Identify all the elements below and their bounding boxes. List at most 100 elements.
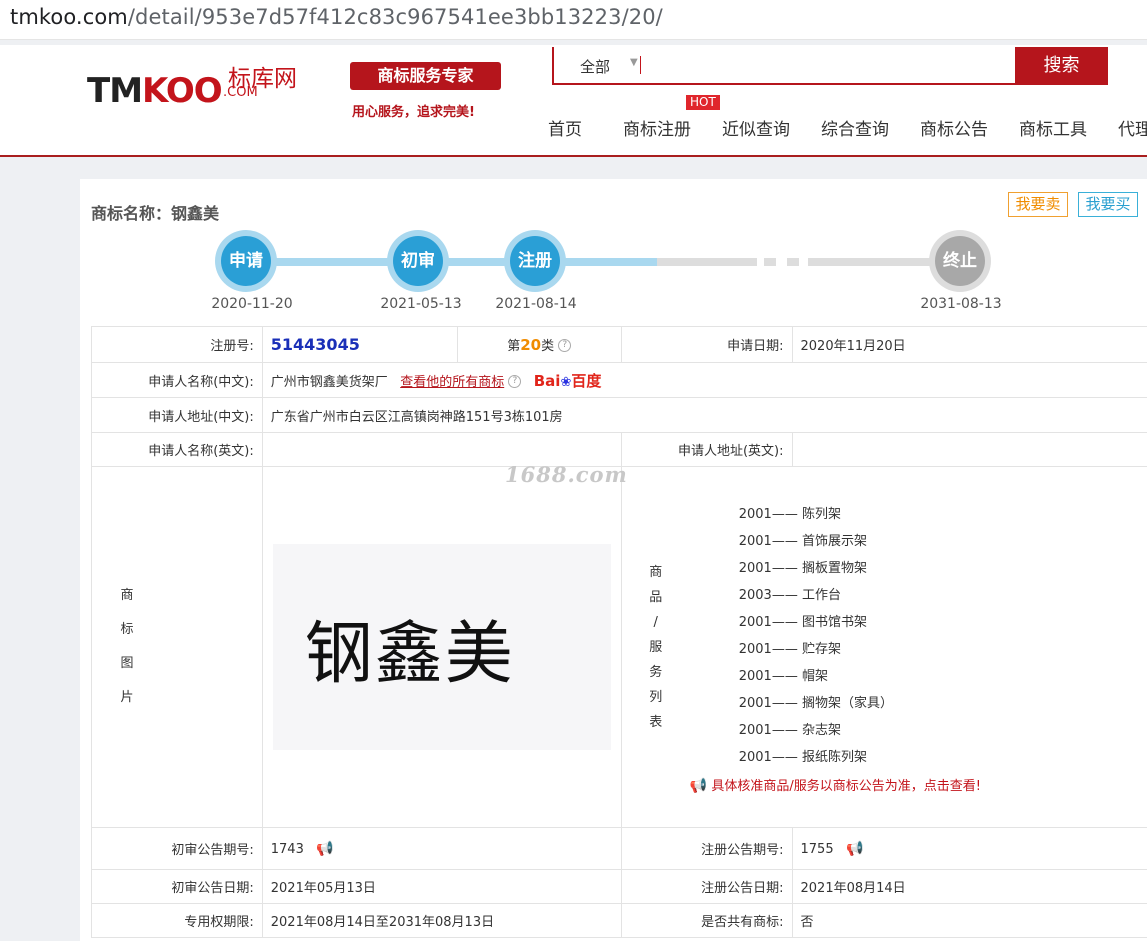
class-number[interactable]: 20 xyxy=(520,336,541,354)
trademark-detail-table: 注册号: 51443045 第20类 ? 申请日期: 2020年11月20日 申… xyxy=(91,326,1147,938)
timeline-remaining xyxy=(657,258,757,266)
list-item: 2001—— 报纸陈列架 xyxy=(738,749,867,765)
list-item: 2003—— 工作台 xyxy=(738,587,841,603)
class-cell: 第20类 ? xyxy=(456,326,622,363)
timeline-node-label: 终止 xyxy=(935,236,985,286)
help-icon[interactable]: ? xyxy=(508,374,522,388)
baidu-du: 百度 xyxy=(571,371,602,390)
applicant-cn-value: 广州市钢鑫美货架厂 xyxy=(270,374,388,390)
reg-pub-no-label: 注册公告期号: xyxy=(620,827,793,870)
chevron-down-icon[interactable]: ▼ xyxy=(630,57,638,68)
list-item: 2001—— 陈列架 xyxy=(738,506,841,522)
timeline-date: 2031-08-13 xyxy=(920,296,1002,312)
sell-button[interactable]: 我要卖 xyxy=(1008,192,1068,217)
label-char: 标 xyxy=(120,622,134,637)
timeline-progress xyxy=(247,258,657,266)
timeline-node-label: 初审 xyxy=(393,236,443,286)
url-text[interactable]: tmkoo.com/detail/953e7d57f412c83c967541e… xyxy=(10,5,663,29)
browser-address-bar[interactable]: tmkoo.com/detail/953e7d57f412c83c967541e… xyxy=(0,0,1147,40)
nav-item-announcements[interactable]: 商标公告 xyxy=(920,115,988,140)
timeline-node-apply: 申请 xyxy=(215,230,277,292)
timeline-dash xyxy=(787,258,799,266)
trademark-image[interactable]: 钢鑫美 xyxy=(272,544,611,750)
image-label-cell: 商 标 图 片 xyxy=(91,466,263,828)
timeline-node-register: 注册 xyxy=(504,230,566,292)
class-prefix: 第 xyxy=(507,339,521,354)
nav-item-combined-search[interactable]: 综合查询 xyxy=(821,115,889,140)
list-item: 2001—— 搁物架（家具） xyxy=(738,695,893,711)
url-domain: tmkoo.com xyxy=(10,5,128,29)
address-cn-label: 申请人地址(中文): xyxy=(91,397,263,433)
address-en-label: 申请人地址(英文): xyxy=(620,432,793,467)
label-char: 片 xyxy=(120,690,134,705)
megaphone-icon[interactable]: 📢 xyxy=(846,841,863,857)
table-row: 专用权期限: 2021年08月14日至2031年08月13日 是否共有商标: 否 xyxy=(91,903,1147,938)
reg-pub-no-cell: 1755 📢 xyxy=(791,827,1147,870)
logo-wordmark: TMKOO xyxy=(87,71,223,111)
timeline-date: 2021-05-13 xyxy=(380,296,462,312)
nav-item-agency[interactable]: 代理 xyxy=(1118,115,1147,140)
help-icon[interactable]: ? xyxy=(558,339,572,352)
table-row: 商 标 图 片 钢鑫美 商 品 / 服 务 列 表 2001—— 陈列架 200… xyxy=(91,466,1147,828)
logo-tm: TM xyxy=(87,71,143,111)
shared-label: 是否共有商标: xyxy=(620,903,793,938)
baidu-search-link[interactable]: Bai❀百度 xyxy=(534,372,602,390)
goods-note-link[interactable]: 📢 具体核准商品/服务以商标公告为准，点击查看! xyxy=(622,775,981,794)
prelim-no-label: 初审公告期号: xyxy=(91,827,263,870)
buy-button[interactable]: 我要买 xyxy=(1078,192,1138,217)
watermark: 1688.com xyxy=(505,462,628,487)
baidu-bai: Bai xyxy=(533,371,561,390)
reg-pub-no-value: 1755 xyxy=(800,841,834,857)
list-item: 2001—— 帽架 xyxy=(738,668,828,684)
reg-pub-date-value: 2021年08月14日 xyxy=(791,869,1147,904)
search-button[interactable]: 搜索 xyxy=(1015,47,1108,85)
exclusive-label: 专用权期限: xyxy=(91,903,263,938)
goods-list: 2001—— 陈列架 2001—— 首饰展示架 2001—— 搁板置物架 200… xyxy=(622,501,981,794)
reg-no-label: 注册号: xyxy=(91,326,263,363)
goods-note-text: 具体核准商品/服务以商标公告为准，点击查看! xyxy=(711,778,981,794)
list-item: 2001—— 图书馆书架 xyxy=(738,614,867,630)
timeline-remaining xyxy=(808,258,948,266)
timeline-node-end: 终止 xyxy=(929,230,991,292)
logo-koo: KOO xyxy=(142,71,223,111)
nav-item-similar-search[interactable]: 近似查询 xyxy=(722,115,790,140)
applicant-cn-cell: 广州市钢鑫美货架厂 查看他的所有商标 ? Bai❀百度 xyxy=(261,362,1147,398)
timeline-node-label: 申请 xyxy=(221,236,271,286)
timeline-node-prelim: 初审 xyxy=(387,230,449,292)
shared-value: 否 xyxy=(791,903,1147,938)
timeline-dash xyxy=(764,258,776,266)
trademark-name-label: 商标名称： xyxy=(91,204,172,223)
slogan-subtitle: 用心服务，追求完美! xyxy=(352,105,475,120)
goods-wrapper: 商 品 / 服 务 列 表 2001—— 陈列架 2001—— 首饰展示架 20… xyxy=(622,501,1147,794)
address-cn-value: 广东省广州市白云区江高镇岗神路151号3栋101房 xyxy=(261,397,1147,433)
table-row: 初审公告期号: 1743 📢 注册公告期号: 1755 📢 xyxy=(91,827,1147,870)
nav-item-home[interactable]: 首页 xyxy=(548,115,582,140)
list-item: 2001—— 贮存架 xyxy=(738,641,841,657)
timeline-node-label: 注册 xyxy=(510,236,560,286)
slogan-badge: 商标服务专家 xyxy=(350,62,501,90)
search-input[interactable] xyxy=(644,51,1004,79)
reg-no-value: 51443045 xyxy=(270,335,360,354)
trademark-name: 商标名称：钢鑫美 xyxy=(91,200,219,224)
url-path: /detail/953e7d57f412c83c967541ee3bb13223… xyxy=(127,5,663,29)
table-row: 注册号: 51443045 第20类 ? 申请日期: 2020年11月20日 xyxy=(91,326,1147,363)
site-logo[interactable]: TMKOO 标库网 .COM xyxy=(87,66,317,117)
exclusive-value: 2021年08月14日至2031年08月13日 xyxy=(261,903,622,938)
trademark-detail-card: 商标名称：钢鑫美 我要卖 我要买 申请 初审 注册 终止 2020-11-20 … xyxy=(80,179,1147,941)
search-scope-select[interactable]: 全部 xyxy=(580,56,610,77)
logo-com: .COM xyxy=(223,85,258,100)
trademark-image-cell: 钢鑫美 xyxy=(261,466,622,828)
prelim-no-value: 1743 xyxy=(270,841,304,857)
reg-pub-date-label: 注册公告日期: xyxy=(620,869,793,904)
timeline-date: 2021-08-14 xyxy=(495,296,577,312)
search-bar: 全部 ▼ 搜索 xyxy=(552,47,1108,85)
nav-item-tools[interactable]: 商标工具 xyxy=(1019,115,1087,140)
list-item: 2001—— 搁板置物架 xyxy=(738,560,867,576)
nav-item-register[interactable]: 商标注册 xyxy=(623,115,691,140)
apply-date-label: 申请日期: xyxy=(620,326,793,363)
prelim-no-cell: 1743 📢 xyxy=(261,827,622,870)
trademark-image-text: 钢鑫美 xyxy=(304,615,515,694)
megaphone-icon[interactable]: 📢 xyxy=(316,841,333,857)
goods-cell: 商 品 / 服 务 列 表 2001—— 陈列架 2001—— 首饰展示架 20… xyxy=(620,466,1147,828)
view-all-trademarks-link[interactable]: 查看他的所有商标 xyxy=(400,375,504,390)
